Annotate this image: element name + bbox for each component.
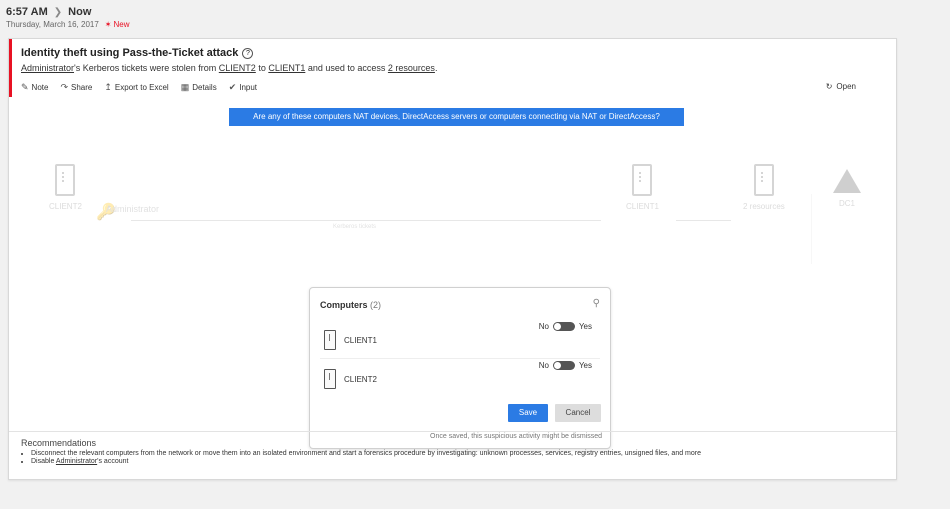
graph-node-dc[interactable]: DC1 — [833, 169, 861, 208]
nat-toggle-client2[interactable] — [552, 361, 575, 370]
computer-name: CLIENT2 — [344, 375, 377, 384]
user-link[interactable]: Administrator — [21, 63, 74, 73]
rec2-post: 's account — [97, 458, 129, 465]
new-label: New — [113, 20, 130, 29]
graph-node-source[interactable]: CLIENT2 — [49, 164, 82, 211]
desc-text-4: . — [434, 63, 438, 73]
nat-toggle-group: No Yes — [539, 322, 592, 331]
computer-row: CLIENT2 No Yes — [320, 361, 600, 397]
details-icon: ▦ — [180, 82, 190, 92]
dialog-title-text: Computers — [320, 300, 368, 310]
computer-count: (2) — [370, 300, 382, 310]
computer-icon — [55, 164, 76, 196]
computer-icon — [324, 330, 336, 350]
alert-title-text: Identity theft using Pass-the-Ticket att… — [21, 47, 239, 59]
date-row: Thursday, March 16, 2017 ✶ New — [6, 20, 130, 29]
now-link[interactable]: Now — [68, 6, 91, 18]
graph-target-label: CLIENT1 — [626, 202, 659, 211]
graph-node-resources[interactable]: 2 resources — [743, 164, 785, 211]
input-button[interactable]: ✔ Input — [229, 82, 257, 93]
time-breadcrumb: 6:57 AM ❯ Now — [6, 6, 130, 18]
graph-source-label: CLIENT2 — [49, 202, 82, 211]
status-label: Open — [836, 82, 856, 91]
details-button[interactable]: ▦ Details — [181, 82, 217, 93]
recommendations-title: Recommendations — [21, 438, 97, 448]
details-label: Details — [192, 83, 217, 92]
alert-title: Identity theft using Pass-the-Ticket att… — [21, 47, 254, 59]
computer-icon — [324, 369, 336, 389]
computers-dialog-title: Computers (2) — [320, 300, 381, 310]
toggle-yes-label: Yes — [578, 322, 592, 331]
refresh-icon: ↻ — [825, 82, 833, 91]
new-badge: ✶ New — [105, 20, 130, 29]
sparkle-icon: ✶ — [104, 20, 112, 29]
search-icon[interactable]: ⚲ — [593, 298, 600, 309]
save-button[interactable]: Save — [508, 404, 548, 422]
recommendation-item: Disconnect the relevant computers from t… — [31, 450, 896, 457]
cancel-button[interactable]: Cancel — [555, 404, 601, 422]
timeline-header: 6:57 AM ❯ Now Thursday, March 16, 2017 ✶… — [6, 6, 130, 29]
computer-name: CLIENT1 — [344, 336, 377, 345]
computers-dialog: Computers (2) ⚲ CLIENT1 No Yes CLIENT2 N… — [309, 287, 611, 449]
status-dropdown[interactable]: ↻ Open — [826, 82, 856, 91]
target-computer-link[interactable]: CLIENT1 — [268, 63, 305, 73]
share-icon: ↷ — [60, 82, 68, 92]
graph-edge-label: Kerberos tickets — [333, 224, 377, 230]
toggle-yes-label: Yes — [578, 361, 592, 370]
export-icon: ↥ — [104, 82, 112, 92]
graph-resources-label: 2 resources — [743, 202, 785, 211]
nat-toggle-client1[interactable] — [552, 322, 575, 331]
share-button[interactable]: ↷ Share — [60, 82, 92, 93]
check-circle-icon: ✔ — [228, 82, 237, 92]
desc-text-3: and used to access — [305, 63, 388, 73]
help-icon[interactable]: ? — [242, 47, 254, 59]
date-label: Thursday, March 16, 2017 — [6, 20, 99, 29]
recommendations-section: Recommendations Disconnect the relevant … — [9, 431, 896, 466]
desc-text-2: to — [255, 63, 269, 73]
computer-icon — [632, 164, 653, 196]
recommendation-item: Disable Administrator's account — [31, 458, 896, 465]
note-button[interactable]: ✎ Note — [21, 82, 48, 93]
computer-row: CLIENT1 No Yes — [320, 322, 600, 359]
note-label: Note — [31, 83, 49, 92]
toggle-no-label: No — [538, 322, 549, 331]
time-label: 6:57 AM — [6, 6, 48, 18]
input-label: Input — [239, 83, 258, 92]
rec2-user-link[interactable]: Administrator — [56, 458, 97, 465]
nat-question-banner[interactable]: Are any of these computers NAT devices, … — [229, 108, 684, 126]
graph-dc-label: DC1 — [838, 199, 855, 208]
suspicious-activity-card: Identity theft using Pass-the-Ticket att… — [8, 38, 897, 480]
export-button[interactable]: ↥ Export to Excel — [104, 82, 168, 93]
resources-link[interactable]: 2 resources — [388, 63, 435, 73]
alert-description: Administrator's Kerberos tickets were st… — [21, 63, 437, 73]
graph-edge — [676, 220, 731, 221]
activity-graph: CLIENT2 🔑 Administrator Kerberos tickets… — [21, 144, 901, 264]
action-toolbar: ✎ Note ↷ Share ↥ Export to Excel ▦ Details ✔… — [21, 82, 257, 93]
domain-controller-icon — [833, 169, 861, 193]
graph-edge — [131, 220, 601, 221]
chevron-right-icon: ❯ — [53, 6, 63, 18]
export-label: Export to Excel — [114, 83, 169, 92]
severity-accent-bar — [9, 39, 12, 97]
graph-user-label[interactable]: Administrator — [106, 204, 159, 214]
server-icon — [753, 164, 774, 196]
pencil-icon: ✎ — [21, 82, 29, 92]
toggle-no-label: No — [538, 361, 549, 370]
nat-toggle-group: No Yes — [539, 361, 592, 370]
recommendations-list: Disconnect the relevant computers from t… — [21, 450, 896, 465]
rec2-pre: Disable — [31, 458, 56, 465]
share-label: Share — [71, 83, 93, 92]
source-computer-link[interactable]: CLIENT2 — [219, 63, 256, 73]
desc-text-1: 's Kerberos tickets were stolen from — [74, 63, 219, 73]
graph-node-target[interactable]: CLIENT1 — [626, 164, 659, 211]
graph-divider — [811, 194, 812, 264]
